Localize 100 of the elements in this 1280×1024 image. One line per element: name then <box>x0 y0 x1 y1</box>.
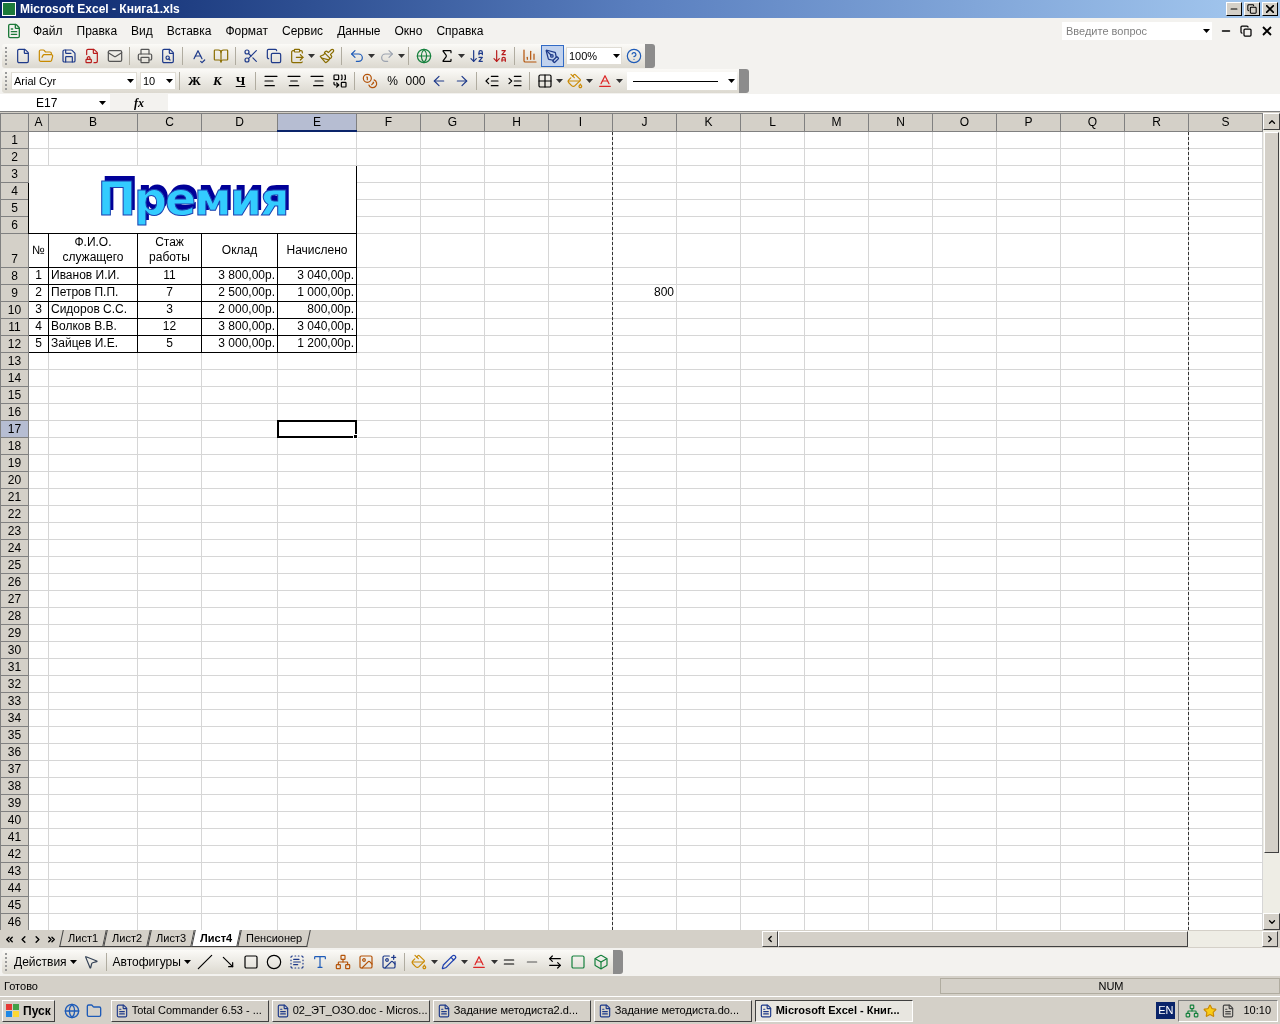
column-header[interactable]: G <box>420 113 485 131</box>
menu-item[interactable]: Формат <box>218 22 276 40</box>
caret-icon[interactable] <box>430 960 438 964</box>
folder-icon[interactable] <box>37 48 54 64</box>
next-sheet-icon[interactable] <box>32 933 43 945</box>
vertical-scrollbar[interactable] <box>1263 113 1280 930</box>
undo-icon[interactable] <box>348 48 365 64</box>
column-header[interactable]: N <box>868 113 933 131</box>
autoshapes-menu[interactable]: Автофигуры <box>109 951 194 973</box>
format-button[interactable]: К <box>206 70 229 92</box>
function-label[interactable]: fx <box>134 93 144 112</box>
caret-icon[interactable] <box>616 79 623 83</box>
menu-item[interactable]: Правка <box>69 22 125 40</box>
caret-icon[interactable] <box>398 54 405 58</box>
number-format-button[interactable]: % <box>381 70 404 92</box>
taskbar-button[interactable]: Total Commander 6.53 - ... <box>110 999 269 1022</box>
currency-icon[interactable] <box>361 73 378 89</box>
caret-icon[interactable] <box>458 54 465 58</box>
column-header[interactable]: R <box>1124 113 1189 131</box>
restore-icon[interactable] <box>1240 25 1252 37</box>
column-header[interactable]: C <box>137 113 202 131</box>
start-button[interactable]: Пуск <box>2 999 55 1022</box>
line-style-field[interactable] <box>627 72 737 90</box>
horizontal-scrollbar[interactable] <box>762 931 1278 947</box>
column-header[interactable]: B <box>48 113 138 131</box>
caret-icon[interactable] <box>183 960 191 964</box>
column-header[interactable]: H <box>484 113 549 131</box>
align-left-icon[interactable] <box>262 73 279 89</box>
line-color-icon[interactable] <box>441 954 458 970</box>
fill-color-icon[interactable] <box>411 954 428 970</box>
font-color-icon[interactable] <box>471 954 488 970</box>
line-icon[interactable] <box>197 954 214 970</box>
menu-item[interactable]: Вид <box>124 22 160 40</box>
sort-ascending-icon[interactable] <box>468 48 485 64</box>
menu-item[interactable]: Данные <box>330 22 388 40</box>
drawing-icon[interactable] <box>545 48 560 64</box>
menu-item[interactable]: Справка <box>429 22 491 40</box>
sheet-tab[interactable]: Лист3 <box>147 930 195 947</box>
sort-descending-icon[interactable] <box>491 48 508 64</box>
caret-icon[interactable] <box>99 100 106 105</box>
taskbar-button[interactable]: 02_ЭТ_ОЗО.doc - Micros... <box>271 999 430 1022</box>
font-name-field[interactable]: Arial Cyr <box>11 72 137 90</box>
paintbrush-icon[interactable] <box>318 48 335 64</box>
toolbar-options-button[interactable] <box>612 950 623 974</box>
borders-icon[interactable] <box>536 73 553 89</box>
font-color-icon[interactable] <box>596 73 613 89</box>
book-icon[interactable] <box>212 48 229 64</box>
sheet-tab[interactable]: Лист4 <box>191 930 241 947</box>
row-header[interactable]: 7 <box>0 233 29 267</box>
caret-icon[interactable] <box>613 54 620 58</box>
caret-icon[interactable] <box>556 79 563 83</box>
caret-icon[interactable] <box>1203 29 1210 33</box>
rectangle-icon[interactable] <box>243 954 260 970</box>
3d-icon[interactable] <box>593 954 610 970</box>
column-header[interactable]: O <box>932 113 997 131</box>
column-header[interactable]: E <box>277 113 357 131</box>
close-button[interactable] <box>1262 2 1278 16</box>
column-header[interactable]: F <box>356 113 421 131</box>
column-header[interactable]: J <box>612 113 677 131</box>
merge-cells-icon[interactable] <box>331 73 348 89</box>
active-cell[interactable] <box>277 419 357 438</box>
menu-item[interactable]: Файл <box>26 22 70 40</box>
new-document-icon[interactable] <box>14 48 31 64</box>
wordart-icon[interactable] <box>312 954 329 970</box>
select-all-corner[interactable] <box>0 113 29 131</box>
document-lock-icon[interactable] <box>83 48 100 64</box>
text-box-icon[interactable] <box>289 954 306 970</box>
caret-icon[interactable] <box>127 79 134 83</box>
font-size-field[interactable]: 10 <box>140 72 176 90</box>
star-icon[interactable] <box>1203 1003 1218 1018</box>
column-header[interactable]: I <box>548 113 613 131</box>
sheet-tab[interactable]: Пенсионер <box>237 930 312 947</box>
format-button[interactable]: Ж <box>183 70 206 92</box>
caret-icon[interactable] <box>69 960 77 964</box>
number-format-button[interactable]: 000 <box>404 70 427 92</box>
column-header[interactable]: D <box>201 113 278 131</box>
chart-icon[interactable] <box>521 48 538 64</box>
outdent-icon[interactable] <box>483 73 500 89</box>
print-preview-icon[interactable] <box>159 48 176 64</box>
menu-item[interactable]: Сервис <box>275 22 331 40</box>
network-icon[interactable] <box>1185 1003 1200 1018</box>
save-icon[interactable] <box>60 48 77 64</box>
document-icon[interactable] <box>1221 1003 1236 1018</box>
format-button[interactable]: Ч <box>229 70 252 92</box>
print-icon[interactable] <box>136 48 153 64</box>
caret-icon[interactable] <box>586 79 593 83</box>
close-icon[interactable] <box>1262 26 1272 36</box>
menu-item[interactable]: Вставка <box>159 22 219 40</box>
taskbar-button[interactable]: Задание методиста2.d... <box>432 999 591 1022</box>
picture-icon[interactable] <box>381 954 398 970</box>
oval-icon[interactable] <box>266 954 283 970</box>
copy-icon[interactable] <box>265 48 282 64</box>
caret-icon[interactable] <box>728 79 735 83</box>
taskbar-button[interactable]: Microsoft Excel - Книг... <box>754 999 913 1022</box>
indent-icon[interactable] <box>506 73 523 89</box>
sheet-tab[interactable]: Лист2 <box>103 930 151 947</box>
caret-icon[interactable] <box>308 54 315 58</box>
zoom-field[interactable]: 100% <box>566 47 622 65</box>
caret-icon[interactable] <box>490 960 498 964</box>
align-right-icon[interactable] <box>308 73 325 89</box>
